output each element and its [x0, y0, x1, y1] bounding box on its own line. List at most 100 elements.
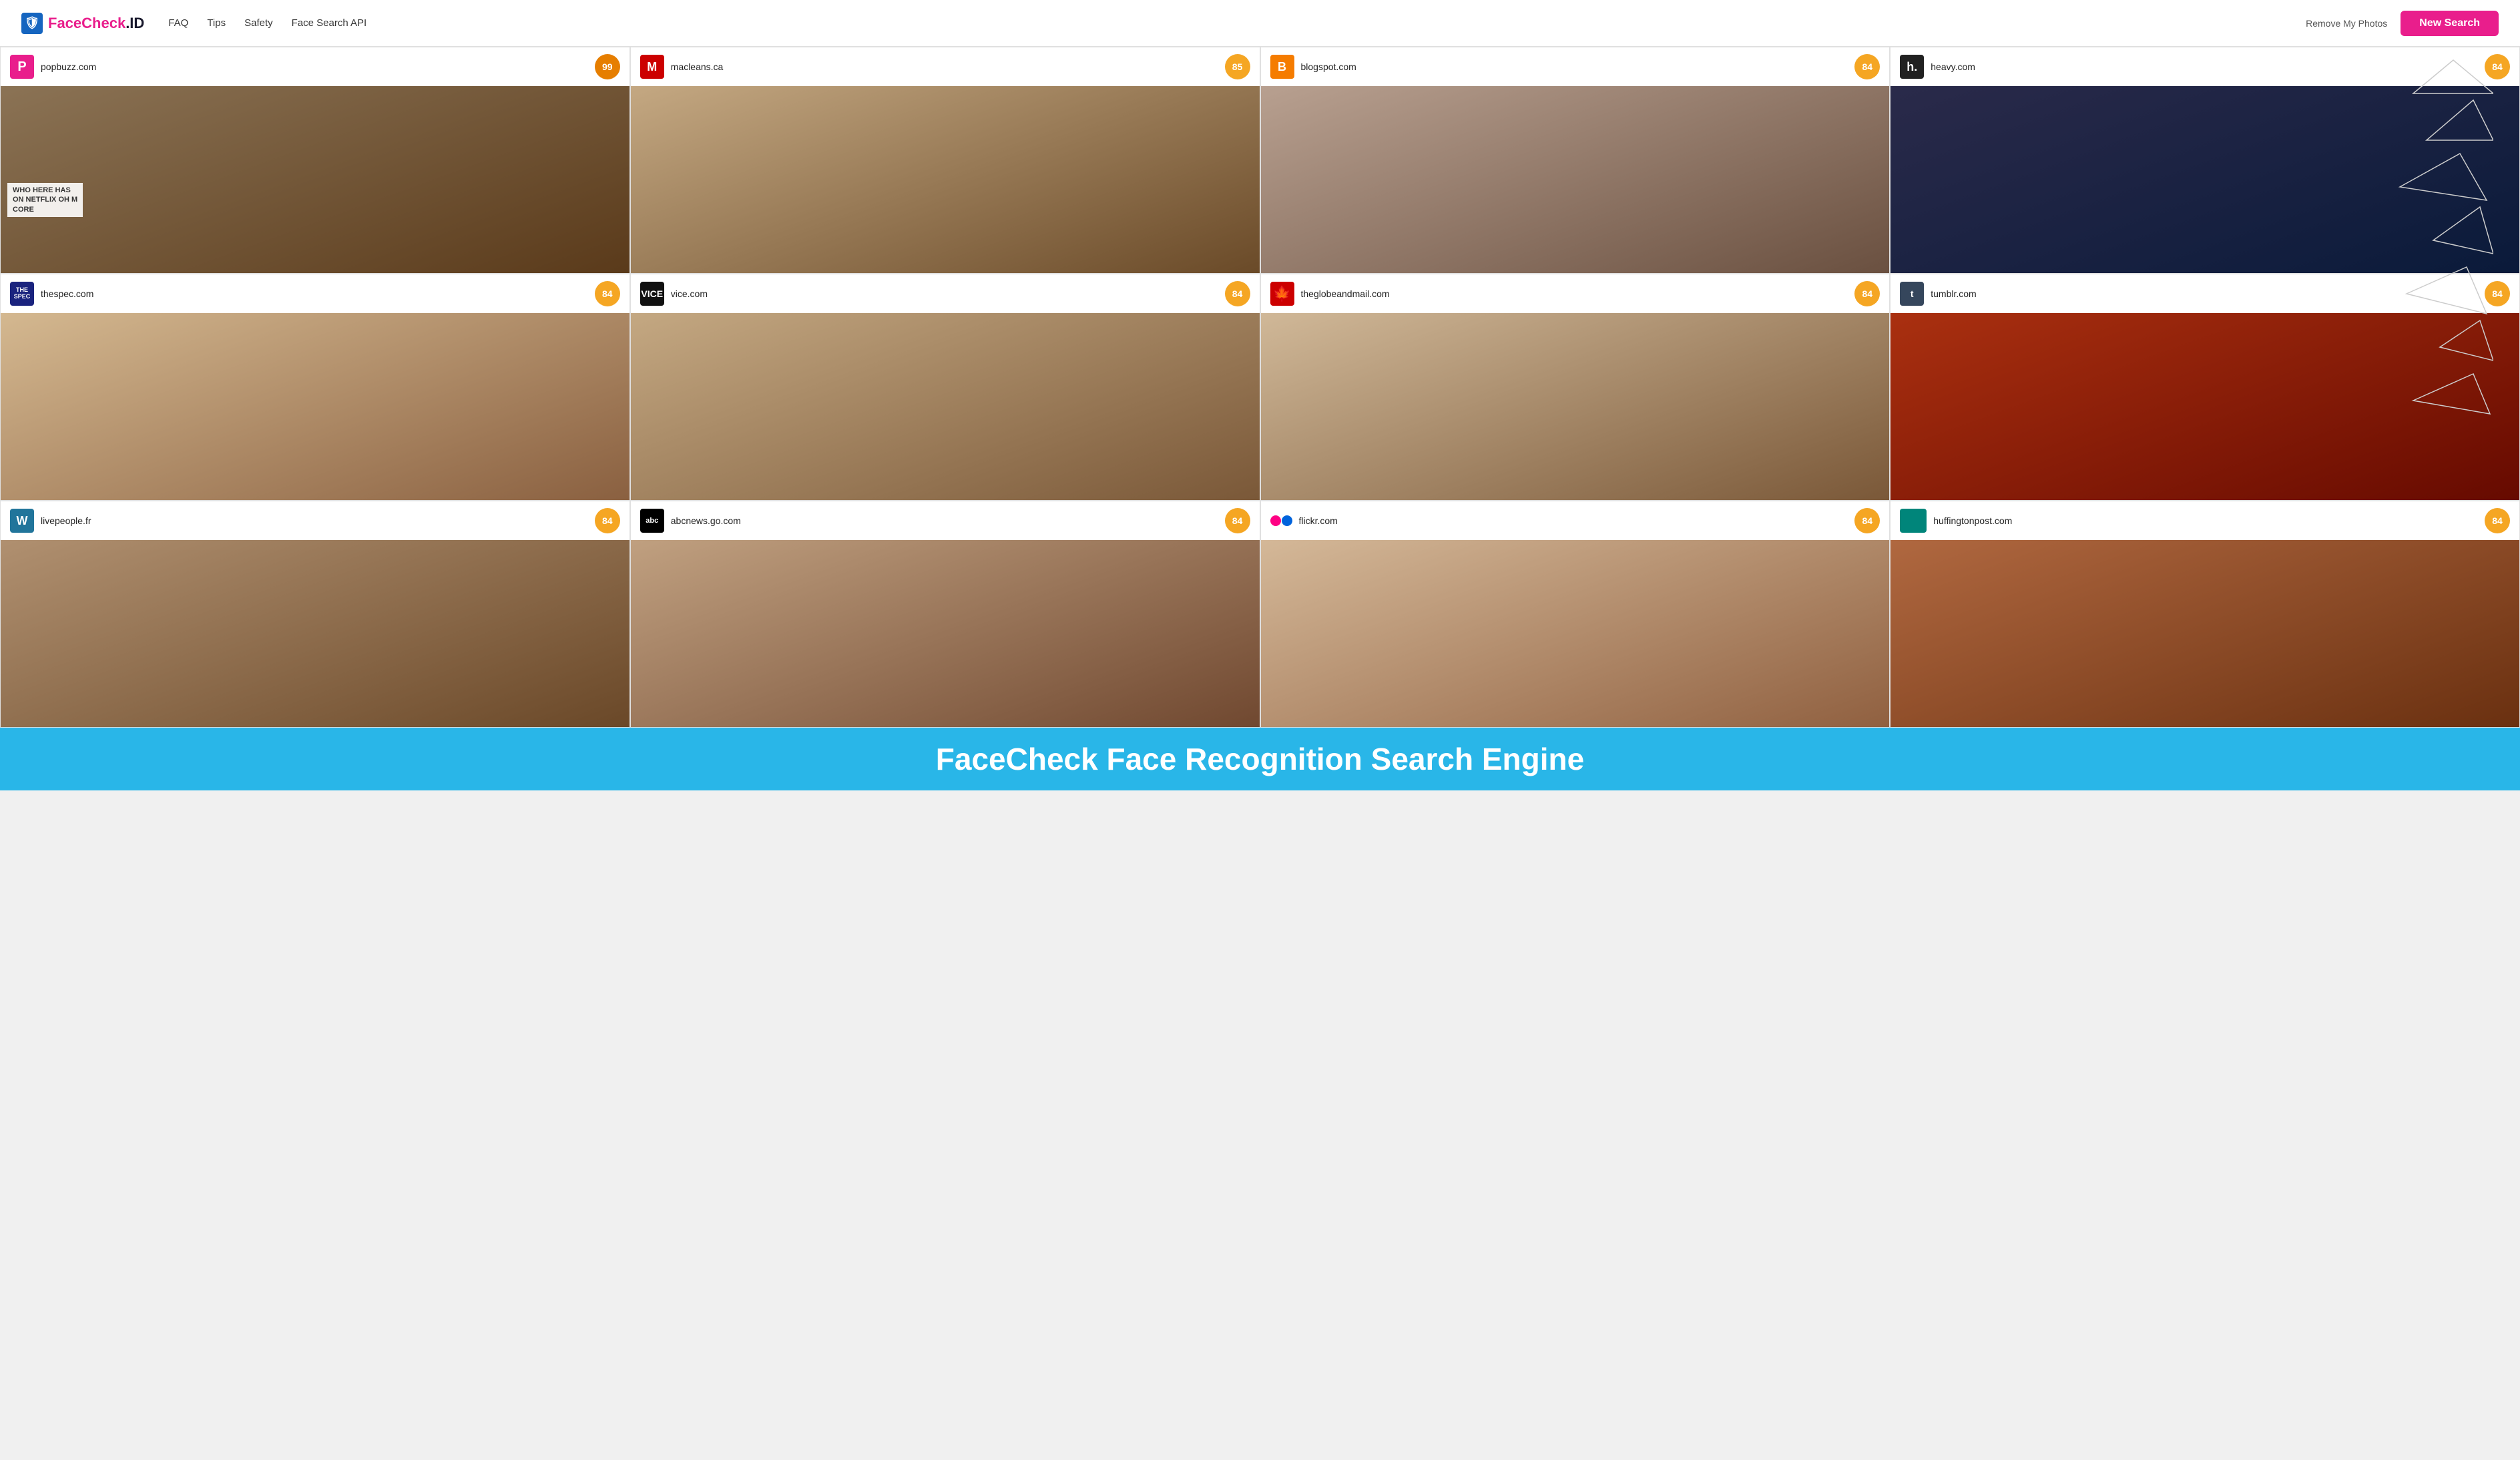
- result-card[interactable]: abc abcnews.go.com 84: [630, 501, 1260, 728]
- site-info: P popbuzz.com: [10, 55, 96, 79]
- header-left: 🛡 FaceCheck.ID FAQ Tips Safety Face Sear…: [21, 13, 366, 34]
- site-name: macleans.ca: [671, 61, 724, 72]
- site-info: abc abcnews.go.com: [640, 509, 741, 533]
- face-image: [631, 86, 1260, 273]
- face-image: [1, 313, 629, 500]
- score-badge: 99: [595, 54, 620, 79]
- nav: FAQ Tips Safety Face Search API: [168, 17, 366, 29]
- face-image: WHO HERE HASON NETFLIX OH MCORE: [1, 86, 629, 273]
- nav-tips[interactable]: Tips: [207, 17, 226, 29]
- face-image: [631, 540, 1260, 727]
- face-image: [1891, 313, 2519, 500]
- score-badge: 84: [1854, 508, 1880, 533]
- score-badge: 84: [1225, 508, 1250, 533]
- card-header: h. heavy.com 84: [1891, 47, 2519, 86]
- site-logo-icon: B: [1270, 55, 1294, 79]
- card-header: M macleans.ca 85: [631, 47, 1260, 86]
- result-card[interactable]: t tumblr.com 84: [1890, 274, 2520, 501]
- logo-text: FaceCheck.ID: [48, 15, 144, 32]
- site-info: t tumblr.com: [1900, 282, 1976, 306]
- site-name: heavy.com: [1931, 61, 1975, 72]
- site-info: huffingtonpost.com: [1900, 509, 2012, 533]
- results-grid: P popbuzz.com 99 WHO HERE HASON NETFLIX …: [0, 47, 2520, 728]
- site-info: VICE vice.com: [640, 282, 708, 306]
- site-logo-icon: t: [1900, 282, 1924, 306]
- score-badge: 84: [2485, 508, 2510, 533]
- logo-face: FaceCheck: [48, 15, 125, 31]
- site-name: blogspot.com: [1301, 61, 1356, 72]
- site-logo-icon: [1900, 509, 1927, 533]
- result-card[interactable]: flickr.com 84: [1260, 501, 1891, 728]
- logo-shield-icon: 🛡: [21, 13, 43, 34]
- score-badge: 84: [595, 508, 620, 533]
- site-name: tumblr.com: [1931, 288, 1976, 299]
- site-logo-icon: 🍁: [1270, 282, 1294, 306]
- nav-faq[interactable]: FAQ: [168, 17, 188, 29]
- site-logo-icon: VICE: [640, 282, 664, 306]
- score-badge: 84: [595, 281, 620, 306]
- card-header: W livepeople.fr 84: [1, 501, 629, 540]
- card-header: 🍁 theglobeandmail.com 84: [1261, 274, 1890, 313]
- site-name: flickr.com: [1299, 515, 1338, 526]
- nav-api[interactable]: Face Search API: [292, 17, 367, 29]
- card-header: flickr.com 84: [1261, 501, 1890, 540]
- face-image: [1891, 540, 2519, 727]
- site-logo-icon: P: [10, 55, 34, 79]
- flickr-logo: [1270, 515, 1292, 526]
- result-card[interactable]: huffingtonpost.com 84: [1890, 501, 2520, 728]
- face-image: [1261, 540, 1890, 727]
- result-card[interactable]: THESPEC thespec.com 84: [0, 274, 630, 501]
- site-name: popbuzz.com: [41, 61, 96, 72]
- face-image: [631, 313, 1260, 500]
- logo-id: .ID: [125, 15, 144, 31]
- score-badge: 84: [1225, 281, 1250, 306]
- site-name: thespec.com: [41, 288, 93, 299]
- result-card[interactable]: VICE vice.com 84: [630, 274, 1260, 501]
- remove-photos-link[interactable]: Remove My Photos: [2306, 18, 2387, 29]
- bottom-banner-text: FaceCheck Face Recognition Search Engine: [936, 742, 1584, 776]
- result-card[interactable]: P popbuzz.com 99 WHO HERE HASON NETFLIX …: [0, 47, 630, 274]
- site-info: W livepeople.fr: [10, 509, 91, 533]
- result-card[interactable]: M macleans.ca 85: [630, 47, 1260, 274]
- card-header: t tumblr.com 84: [1891, 274, 2519, 313]
- site-info: h. heavy.com: [1900, 55, 1975, 79]
- result-card[interactable]: h. heavy.com 84: [1890, 47, 2520, 274]
- score-badge: 85: [1225, 54, 1250, 79]
- card-header: VICE vice.com 84: [631, 274, 1260, 313]
- site-name: theglobeandmail.com: [1301, 288, 1390, 299]
- site-logo-icon: h.: [1900, 55, 1924, 79]
- site-logo-icon: THESPEC: [10, 282, 34, 306]
- face-image: [1261, 86, 1890, 273]
- header: 🛡 FaceCheck.ID FAQ Tips Safety Face Sear…: [0, 0, 2520, 47]
- header-right: Remove My Photos New Search: [2306, 11, 2499, 36]
- card-header: B blogspot.com 84: [1261, 47, 1890, 86]
- card-header: THESPEC thespec.com 84: [1, 274, 629, 313]
- site-name: abcnews.go.com: [671, 515, 741, 526]
- face-image: [1261, 313, 1890, 500]
- face-image: [1891, 86, 2519, 273]
- result-card[interactable]: B blogspot.com 84: [1260, 47, 1891, 274]
- site-info: B blogspot.com: [1270, 55, 1356, 79]
- site-info: flickr.com: [1270, 515, 1338, 526]
- bottom-banner: FaceCheck Face Recognition Search Engine: [0, 728, 2520, 790]
- score-badge: 84: [1854, 281, 1880, 306]
- site-name: livepeople.fr: [41, 515, 91, 526]
- site-info: THESPEC thespec.com: [10, 282, 93, 306]
- result-card[interactable]: 🍁 theglobeandmail.com 84: [1260, 274, 1891, 501]
- face-image: [1, 540, 629, 727]
- site-info: M macleans.ca: [640, 55, 724, 79]
- new-search-button[interactable]: New Search: [2401, 11, 2499, 36]
- card-overlay-text: WHO HERE HASON NETFLIX OH MCORE: [7, 183, 83, 217]
- card-header: P popbuzz.com 99: [1, 47, 629, 86]
- site-logo-icon: abc: [640, 509, 664, 533]
- result-card[interactable]: W livepeople.fr 84: [0, 501, 630, 728]
- score-badge: 84: [2485, 54, 2510, 79]
- site-info: 🍁 theglobeandmail.com: [1270, 282, 1390, 306]
- card-header: abc abcnews.go.com 84: [631, 501, 1260, 540]
- logo[interactable]: 🛡 FaceCheck.ID: [21, 13, 144, 34]
- nav-safety[interactable]: Safety: [244, 17, 273, 29]
- card-header: huffingtonpost.com 84: [1891, 501, 2519, 540]
- site-logo-icon: W: [10, 509, 34, 533]
- score-badge: 84: [2485, 281, 2510, 306]
- site-name: huffingtonpost.com: [1933, 515, 2012, 526]
